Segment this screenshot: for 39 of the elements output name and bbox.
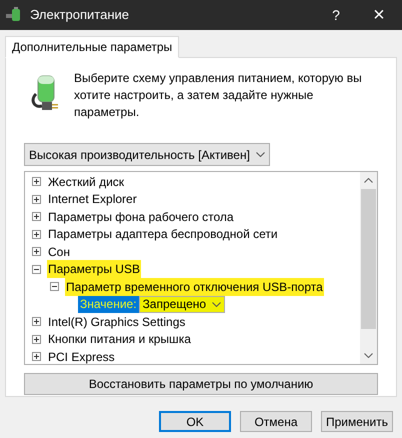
plan-dropdown[interactable]: Высокая производительность [Активен] — [24, 143, 270, 166]
window-title: Электропитание — [30, 6, 129, 24]
tree-item[interactable]: Сон — [47, 242, 71, 261]
dialog-button[interactable]: Применить — [321, 411, 393, 432]
close-button[interactable]: × — [356, 0, 402, 30]
tree-item[interactable]: Параметры USB — [47, 260, 141, 278]
expand-icon[interactable] — [32, 212, 41, 222]
tree-item[interactable]: Параметры фона рабочего стола — [47, 208, 235, 226]
collapse-icon[interactable] — [32, 264, 41, 274]
value-dropdown[interactable]: Запрещено — [138, 296, 226, 313]
expand-icon[interactable] — [32, 247, 41, 256]
help-button[interactable]: ? — [316, 0, 356, 30]
restore-defaults-button[interactable]: Восстановить параметры по умолчанию — [24, 373, 378, 395]
dialog-button[interactable]: OK — [159, 411, 231, 432]
scroll-thumb[interactable] — [361, 189, 376, 329]
scroll-down-icon[interactable] — [364, 353, 373, 358]
chevron-down-icon — [256, 152, 265, 157]
chevron-down-icon — [212, 302, 222, 307]
battery-plug-icon — [6, 7, 22, 23]
expand-icon[interactable] — [32, 177, 41, 186]
expand-icon[interactable] — [32, 230, 41, 239]
collapse-icon[interactable] — [50, 282, 59, 292]
expand-icon[interactable] — [32, 194, 41, 204]
description-text: Выберите схему управления питанием, которую вы хотите настроить, а затем задайте нужные параметры. — [74, 70, 363, 121]
tree-item[interactable]: Intel(R) Graphics Settings — [47, 312, 186, 331]
tab[interactable]: Дополнительные параметры — [5, 36, 180, 58]
tree-item[interactable]: PCI Express — [47, 348, 116, 364]
tree-item[interactable]: Параметры адаптера беспроводной сети — [47, 225, 279, 244]
expand-icon[interactable] — [32, 317, 41, 326]
expand-icon[interactable] — [32, 352, 41, 362]
dialog-button[interactable]: Отмена — [240, 411, 312, 432]
expand-icon[interactable] — [32, 334, 41, 344]
scrollbar[interactable] — [360, 172, 377, 364]
setting-label[interactable]: Значение: — [78, 296, 139, 313]
tree-item[interactable]: Параметр временного отключения USB-порта — [65, 278, 324, 296]
scroll-up-icon[interactable] — [364, 178, 373, 183]
tree-item[interactable]: Кнопки питания и крышка — [47, 330, 192, 348]
tree-item[interactable]: Internet Explorer — [47, 190, 138, 208]
tree-item[interactable]: Жесткий диск — [47, 172, 126, 191]
